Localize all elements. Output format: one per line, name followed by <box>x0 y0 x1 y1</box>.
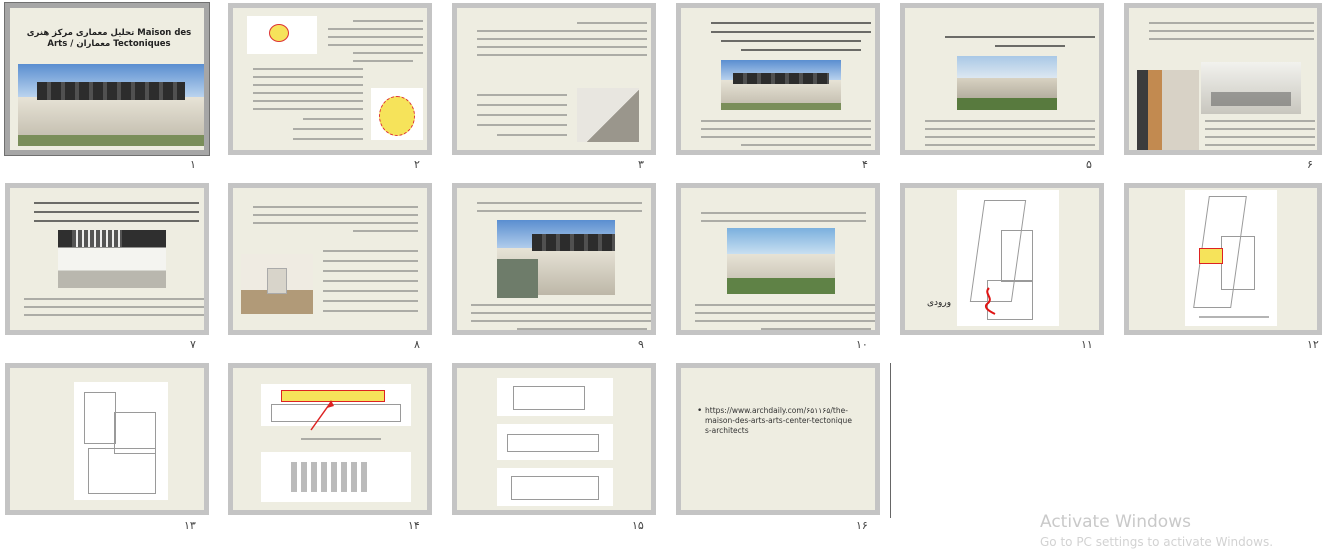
slide-number-5: ۵ <box>1086 158 1092 171</box>
slide-number-4: ۴ <box>862 158 868 171</box>
insertion-divider <box>890 363 891 518</box>
slide-thumbnail-12[interactable] <box>1124 183 1322 335</box>
slide-number-9: ۹ <box>638 338 644 351</box>
slide-11-floor-plan <box>957 190 1059 326</box>
slide-7-interior-photo <box>58 230 166 288</box>
slide-number-6: ۶ <box>1307 158 1313 171</box>
slide-16-link[interactable]: https://www.archdaily.com/۶۵۱۱۶۵/the-mai… <box>705 406 853 436</box>
slide-2-plan-map <box>371 88 423 140</box>
slide-number-10: ۱۰ <box>856 338 868 351</box>
slide-thumbnail-5[interactable] <box>900 3 1104 155</box>
slide-thumbnail-8[interactable] <box>228 183 432 335</box>
slide-15-section-2 <box>497 424 613 460</box>
slide-thumbnail-13[interactable] <box>5 363 209 515</box>
slide-2-site-map <box>247 16 317 54</box>
slide-number-11: ۱۱ <box>1081 338 1093 351</box>
slide-number-8: ۸ <box>414 338 420 351</box>
slide-thumbnail-11[interactable]: ورودی <box>900 183 1104 335</box>
slide-thumbnail-10[interactable] <box>676 183 880 335</box>
slide-thumbnail-4[interactable] <box>676 3 880 155</box>
slide-number-3: ۳ <box>638 158 644 171</box>
slide-number-1: ١ <box>190 158 196 171</box>
slide-number-7: ۷ <box>190 338 196 351</box>
slide-1-building-photo <box>18 64 204 146</box>
slide-13-floor-plan <box>74 382 168 500</box>
slide-14-section-bottom <box>261 452 411 502</box>
slide-thumbnail-9[interactable] <box>452 183 656 335</box>
slide-number-2: ۲ <box>414 158 420 171</box>
slide-3-interior-photo <box>577 88 639 142</box>
slide-thumbnail-15[interactable] <box>452 363 656 515</box>
slide-1-title: تحلیل معماری مرکز هنری Maison des Arts /… <box>26 28 192 49</box>
slide-6-office-photo <box>1201 62 1301 114</box>
slide-thumbnail-7[interactable] <box>5 183 209 335</box>
slide-thumbnail-1[interactable]: تحلیل معماری مرکز هنری Maison des Arts /… <box>4 2 210 156</box>
slide-15-section-1 <box>497 378 613 416</box>
slide-thumbnail-16[interactable]: • https://www.archdaily.com/۶۵۱۱۶۵/the-m… <box>676 363 880 515</box>
slide-thumbnail-2[interactable] <box>228 3 432 155</box>
slide-number-15: ۱۵ <box>632 519 644 532</box>
slide-12-floor-plan <box>1185 190 1277 326</box>
slide-5-building-photo <box>957 56 1057 110</box>
slide-9-building-photo <box>497 220 615 298</box>
slide-thumbnail-6[interactable] <box>1124 3 1322 155</box>
slide-10-building-photo <box>727 228 835 294</box>
slide-number-16: ۱۶ <box>856 519 868 532</box>
slide-thumbnail-14[interactable] <box>228 363 432 515</box>
slide-8-interior-photo <box>241 254 313 314</box>
slide-number-12: ۱۲ <box>1307 338 1319 351</box>
slide-thumbnail-3[interactable] <box>452 3 656 155</box>
activate-windows-subtext: Go to PC settings to activate Windows. <box>1040 535 1274 549</box>
slide-14-arrow-icon <box>310 400 334 431</box>
slide-number-14: ۱۴ <box>408 519 420 532</box>
slide-4-building-photo <box>721 60 841 110</box>
slide-15-section-3 <box>497 468 613 506</box>
slide-16-bullet: • <box>697 406 703 416</box>
entrance-path-icon <box>985 287 996 315</box>
slide-6-entrance-photo <box>1137 70 1199 150</box>
slide-number-13: ۱۳ <box>184 519 196 532</box>
slide-11-entrance-label: ورودی <box>927 298 952 308</box>
activate-windows-watermark: Activate Windows <box>1040 512 1191 532</box>
